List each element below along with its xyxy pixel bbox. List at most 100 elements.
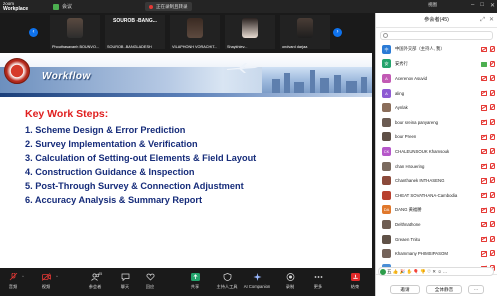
mic-muted-icon[interactable] <box>489 221 495 228</box>
host-tools-button[interactable]: 主持人工具 <box>212 273 242 290</box>
building <box>320 78 329 93</box>
participant-status-icons <box>481 60 495 67</box>
video-off-icon[interactable] <box>481 222 487 228</box>
panel-more-button[interactable]: ··· <box>468 285 484 294</box>
tile-big-name: SOUROB -BANG... <box>113 18 157 24</box>
video-off-icon[interactable] <box>481 178 487 184</box>
participant-row[interactable]: 安安秀行 <box>376 57 497 72</box>
panel-close-icon[interactable]: ✕ <box>489 13 494 28</box>
video-off-icon[interactable] <box>481 134 487 140</box>
mic-muted-icon[interactable] <box>489 133 495 140</box>
video-tile[interactable]: SOUROB -BANG... SOUROB -BANGLADESH <box>105 15 165 49</box>
video-on-icon[interactable] <box>481 61 487 67</box>
participant-photo <box>242 18 258 38</box>
mic-muted-icon[interactable] <box>489 104 495 111</box>
video-tile[interactable]: Phouthasavanh BOUNVO... <box>50 15 100 49</box>
recording-indicator[interactable]: 正在录制且转录 <box>145 2 192 11</box>
participant-row[interactable]: Delthnathone <box>376 217 497 232</box>
mic-icon <box>9 273 17 281</box>
participants-button[interactable]: 45 参会者 <box>80 272 110 290</box>
mic-muted-icon[interactable] <box>489 118 495 125</box>
video-off-icon[interactable] <box>481 149 487 155</box>
city-skyline-image <box>262 67 372 93</box>
popout-icon[interactable]: ⤢ <box>480 13 485 28</box>
participant-name: Chanthanek INTHASENG <box>395 178 445 184</box>
participant-row[interactable]: 中中国外交部（主持人, 我） <box>376 42 497 57</box>
toolbar-label: 参会者 <box>88 284 102 289</box>
video-off-icon[interactable] <box>481 105 487 111</box>
mic-muted-icon[interactable] <box>489 46 495 52</box>
participant-row[interactable]: chan Hrouering <box>376 159 497 174</box>
view-button[interactable]: 视图 <box>428 2 437 8</box>
participant-row[interactable]: Khammany PHIMSIPASOM <box>376 246 497 261</box>
participant-row[interactable]: bour sreina panyareng <box>376 115 497 130</box>
video-tile[interactable]: Shaykhiev... <box>225 15 275 49</box>
mute-all-button[interactable]: 全体静音 <box>426 285 462 294</box>
security-shield-icon[interactable] <box>53 3 59 10</box>
participant-row[interactable]: bour Preen <box>376 130 497 145</box>
participant-row[interactable]: Aynlak <box>376 100 497 115</box>
invite-button[interactable]: 邀请 <box>390 285 420 294</box>
gallery-next-icon[interactable]: › <box>333 28 342 37</box>
close-icon[interactable]: ✕ <box>490 2 495 9</box>
ai-companion-button[interactable]: AI Companion <box>242 273 272 289</box>
video-off-icon[interactable] <box>481 76 487 82</box>
mic-muted-icon[interactable] <box>489 60 495 67</box>
video-off-icon[interactable] <box>481 90 487 96</box>
video-tile[interactable]: VILAPHONH VORACHIT... <box>170 15 220 49</box>
minimize-icon[interactable]: – <box>471 2 474 9</box>
reactions-button[interactable]: 回应 <box>135 273 165 290</box>
participant-row[interactable]: A Acerenov Asuvid <box>376 71 497 86</box>
share-button[interactable]: 共享 <box>180 273 210 290</box>
mic-muted-icon[interactable] <box>489 148 495 155</box>
video-caret-icon[interactable]: ^ <box>56 274 58 279</box>
video-icon <box>41 273 51 281</box>
participant-photo <box>297 18 313 38</box>
mic-muted-icon[interactable] <box>489 235 495 242</box>
participant-name: CHEAT SOVATHANA-Cambodia <box>395 192 458 198</box>
video-off-icon[interactable] <box>481 207 487 213</box>
record-button[interactable]: 录制 <box>275 273 305 290</box>
participant-row[interactable]: DA DANG 黄福勝 <box>376 203 497 218</box>
avatar <box>382 132 391 142</box>
university-emblem-icon <box>4 58 30 84</box>
video-off-icon[interactable] <box>481 236 487 242</box>
participant-row[interactable]: CK CHALEUNSOUK Khamsouk <box>376 144 497 159</box>
more-button[interactable]: 更多 <box>303 273 333 290</box>
avatar: DA <box>382 205 391 215</box>
video-tile[interactable]: ondvard darjaa <box>280 15 330 49</box>
panel-footer: 五 👍 🎉 ✋ 🎈 👎 ♡ ✕ ☺ ... 邀请 全体静音 ··· <box>376 267 497 296</box>
mic-muted-icon[interactable] <box>489 250 495 257</box>
mic-muted-icon[interactable] <box>489 89 495 96</box>
panel-title: 参会者(45) <box>424 17 449 23</box>
participant-status-icons <box>481 75 495 82</box>
mic-muted-icon[interactable] <box>489 206 495 213</box>
participant-row[interactable]: Chanthanek INTHASENG <box>376 173 497 188</box>
video-off-icon[interactable] <box>481 119 487 126</box>
tile-name: Shaykhiev... <box>227 45 248 49</box>
gallery-prev-icon[interactable]: ‹ <box>29 28 38 37</box>
participant-count: 45 <box>98 272 103 276</box>
video-off-icon[interactable] <box>481 163 487 169</box>
step-item: 3. Calculation of Setting-out Elements &… <box>25 153 257 163</box>
reaction-bar[interactable]: 五 👍 🎉 ✋ 🎈 👎 ♡ ✕ ☺ ... <box>378 267 494 276</box>
maximize-icon[interactable]: □ <box>480 2 484 9</box>
participant-search-input[interactable] <box>380 31 493 40</box>
participant-photo <box>67 18 83 38</box>
audio-caret-icon[interactable]: ^ <box>22 274 24 279</box>
video-off-icon[interactable] <box>481 251 487 257</box>
step-item: 1. Scheme Design & Error Prediction <box>25 125 186 135</box>
participant-row[interactable]: CHEAT SOVATHANA-Cambodia <box>376 188 497 203</box>
mic-muted-icon[interactable] <box>489 177 495 184</box>
mic-muted-icon[interactable] <box>489 75 495 82</box>
participant-name: DANG 黄福勝 <box>395 206 422 212</box>
video-off-icon[interactable] <box>481 47 487 53</box>
mic-muted-icon[interactable] <box>489 162 495 169</box>
participant-row[interactable]: Aaling <box>376 86 497 101</box>
end-meeting-button[interactable]: 结束 <box>340 273 370 290</box>
participant-row[interactable]: Greaen Tnitu <box>376 232 497 247</box>
slide-divider <box>0 93 372 97</box>
step-item: 4. Construction Guidance & Inspection <box>25 167 195 177</box>
mic-muted-icon[interactable] <box>489 191 495 198</box>
video-off-icon[interactable] <box>481 192 487 199</box>
